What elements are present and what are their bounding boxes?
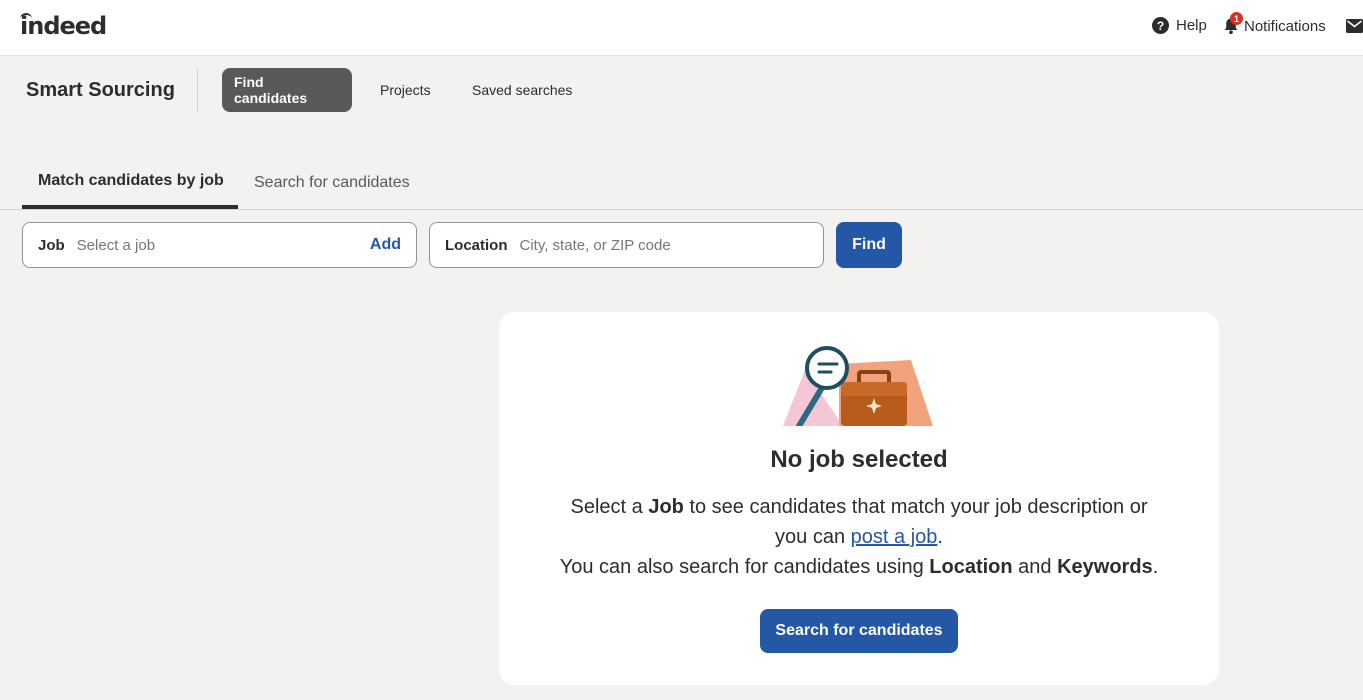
empty-state-title: No job selected [770, 446, 948, 473]
notifications-label: Notifications [1244, 17, 1326, 35]
location-field[interactable]: Location City, state, or ZIP code [429, 222, 824, 268]
tab-match-by-job[interactable]: Match candidates by job [22, 156, 238, 209]
post-a-job-link[interactable]: post a job [851, 526, 938, 548]
text-segment: Select a [570, 496, 649, 518]
nav-projects[interactable]: Projects [368, 68, 443, 112]
nav-saved-searches[interactable]: Saved searches [460, 68, 584, 112]
empty-state-card: No job selected Select a Job to see cand… [499, 312, 1219, 685]
text-segment: You can also search for candidates using [559, 556, 930, 578]
tab-search-candidates[interactable]: Search for candidates [254, 156, 410, 209]
product-title: Smart Sourcing [26, 79, 175, 101]
job-placeholder[interactable]: Select a job [77, 237, 370, 254]
text-segment: . [937, 526, 943, 548]
job-label: Job [38, 236, 65, 254]
subnav-divider [197, 68, 198, 112]
sub-navigation: Smart Sourcing Find candidates Projects … [0, 56, 1363, 126]
top-bar: indeed ? Help 1 Notifications [0, 0, 1363, 56]
bell-icon: 1 [1222, 12, 1243, 35]
job-search-illustration-icon [783, 346, 933, 426]
add-job-button[interactable]: Add [370, 236, 401, 254]
help-label: Help [1176, 17, 1207, 34]
tab-bar: Match candidates by job Search for candi… [0, 156, 1363, 210]
nav-find-candidates[interactable]: Find candidates [222, 68, 352, 112]
job-field[interactable]: Job Select a job Add [22, 222, 417, 268]
text-segment: you can [775, 526, 851, 548]
help-link[interactable]: ? Help [1152, 17, 1207, 34]
text-bold-job: Job [648, 496, 684, 518]
indeed-logo[interactable]: indeed [20, 12, 107, 40]
find-button[interactable]: Find [836, 222, 902, 268]
notifications-link[interactable]: 1 Notifications [1222, 12, 1326, 35]
help-icon: ? [1152, 17, 1169, 34]
text-segment: . [1152, 556, 1159, 578]
text-bold-location: Location [929, 556, 1013, 578]
text-segment: and [1012, 556, 1058, 578]
text-bold-keywords: Keywords [1057, 556, 1153, 578]
text-segment: to see candidates that match your job de… [683, 496, 1148, 518]
notification-badge: 1 [1230, 12, 1243, 25]
messages-icon[interactable] [1346, 19, 1363, 33]
location-input[interactable]: City, state, or ZIP code [520, 237, 809, 254]
empty-state-description: Select a Job to see candidates that matc… [539, 492, 1179, 582]
search-for-candidates-button[interactable]: Search for candidates [760, 609, 958, 653]
location-label: Location [445, 236, 508, 254]
